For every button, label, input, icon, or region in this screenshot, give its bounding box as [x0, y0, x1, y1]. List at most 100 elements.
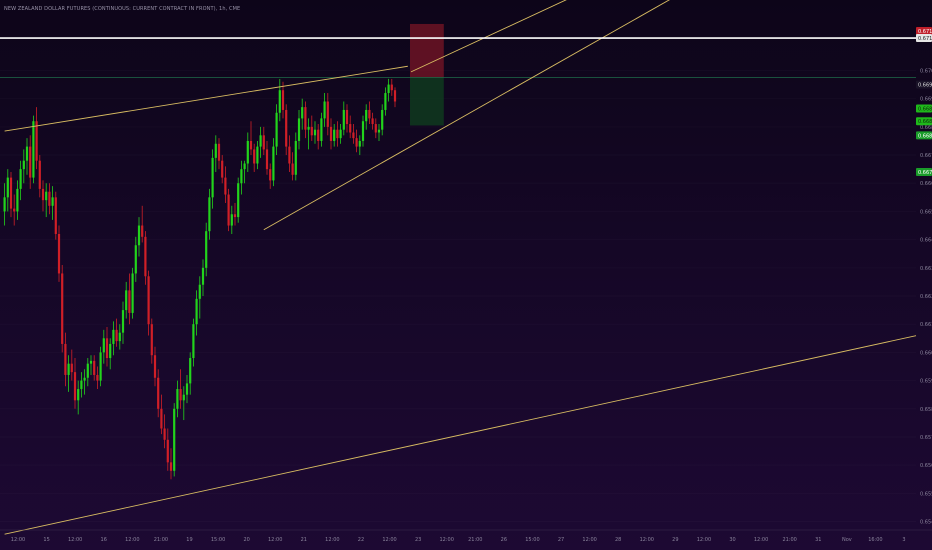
candle-body [45, 191, 48, 201]
candle-body [352, 132, 355, 139]
y-tick-label: 0.6610 [920, 322, 932, 328]
candle-body [61, 273, 64, 344]
y-tick-label: 0.6680 [920, 125, 932, 131]
candle-body [294, 140, 297, 175]
trendline [4, 335, 917, 535]
candle-body [118, 332, 121, 342]
candle-body [163, 428, 166, 440]
y-tick-label: 0.6560 [920, 463, 932, 469]
candle-body [35, 121, 38, 161]
position-tool[interactable] [0, 23, 916, 126]
candle-body [128, 290, 131, 313]
x-tick-label: 21 [301, 537, 307, 543]
candle-body [99, 352, 102, 381]
x-tick-label: Nov [842, 537, 852, 543]
candle-body [291, 163, 294, 175]
stop-zone [410, 23, 444, 78]
x-tick-label: 15:00 [211, 537, 225, 543]
x-tick-label: 28 [615, 537, 621, 543]
candle-body [237, 183, 240, 218]
candle-body [368, 109, 371, 119]
candle-body [41, 188, 45, 201]
candle-body [51, 197, 54, 206]
candle-body [6, 177, 9, 198]
y-tick-label: 0.6570 [920, 435, 932, 441]
candle-body [301, 107, 304, 119]
candle-body [390, 84, 393, 91]
candle-body [179, 389, 182, 401]
candle-body [9, 177, 13, 209]
candle-body [265, 149, 269, 170]
x-tick-label: 26 [501, 537, 507, 543]
candle-body [38, 160, 41, 189]
y-tick-label: 0.6670 [920, 153, 932, 159]
y-tick-label: 0.6650 [920, 209, 932, 215]
price-tag-label: 0.6712 [918, 36, 932, 42]
candle-body [134, 245, 137, 274]
y-tick-label: 0.6630 [920, 266, 932, 272]
x-tick-label: 21:00 [154, 537, 168, 543]
candle-body [240, 169, 243, 184]
candle-body [109, 343, 112, 359]
candle-body [166, 439, 169, 463]
y-tick-label: 0.6660 [920, 181, 932, 187]
candle-body [230, 214, 233, 226]
candle-body [256, 146, 259, 164]
candle-body [153, 355, 157, 378]
candle-body [19, 169, 22, 189]
x-tick-label: 12:00 [325, 537, 339, 543]
candle-body [329, 126, 333, 141]
candle-body [77, 389, 80, 401]
drawings[interactable] [0, 0, 917, 535]
candle-body [185, 383, 189, 395]
candle-body [320, 118, 323, 141]
candle-body [48, 191, 51, 206]
x-tick-label: 12:00 [697, 537, 711, 543]
x-tick-label: 15:00 [525, 537, 539, 543]
candle-body [22, 160, 25, 170]
price-tag-label: 0.6683 [918, 119, 932, 125]
candle-body [201, 267, 205, 285]
trendline [263, 0, 670, 231]
x-tick-label: 16 [101, 537, 107, 543]
candle-body [326, 101, 329, 127]
candle-body [173, 408, 176, 471]
y-tick-label: 0.6690 [920, 97, 932, 103]
candle-body [336, 129, 339, 139]
target-zone [410, 77, 444, 126]
candle-body [342, 109, 345, 130]
x-tick-label: 12:00 [754, 537, 768, 543]
candle-body [83, 377, 86, 381]
x-tick-label: 22 [358, 537, 364, 543]
candle-body [96, 374, 99, 381]
candle-body [25, 146, 29, 161]
candlestick-chart[interactable]: 0.6700 0.6690 0.6680 0.6670 0.6660 0.6650 0.66… [0, 0, 932, 550]
candle-body [121, 310, 125, 333]
y-tick-label: 0.6640 [920, 238, 932, 244]
candle-body [217, 143, 221, 161]
candle-body [275, 112, 278, 147]
candle-body [169, 462, 173, 471]
candle-body [243, 163, 246, 170]
candle-body [115, 329, 118, 342]
candle-body [281, 90, 285, 110]
candle-body [214, 143, 217, 158]
candle-body [54, 197, 57, 234]
candle-body [157, 377, 160, 409]
x-tick-label: 12:00 [268, 537, 282, 543]
candle-body [189, 358, 192, 384]
price-tag-label: 0.6687 [918, 107, 932, 113]
candle-body [224, 177, 227, 195]
candle-body [365, 109, 368, 122]
candle-body [317, 129, 320, 141]
candle-body [67, 363, 70, 375]
candle-body [112, 329, 115, 344]
candle-body [32, 121, 35, 178]
price-tag-label: 0.6694 [918, 83, 932, 89]
candle-body [285, 109, 288, 147]
x-tick-label: 27 [558, 537, 564, 543]
x-tick-label: 3 [902, 537, 905, 543]
x-tick-label: 29 [672, 537, 678, 543]
x-tick-label: 21:00 [468, 537, 482, 543]
candle-body [13, 208, 16, 212]
